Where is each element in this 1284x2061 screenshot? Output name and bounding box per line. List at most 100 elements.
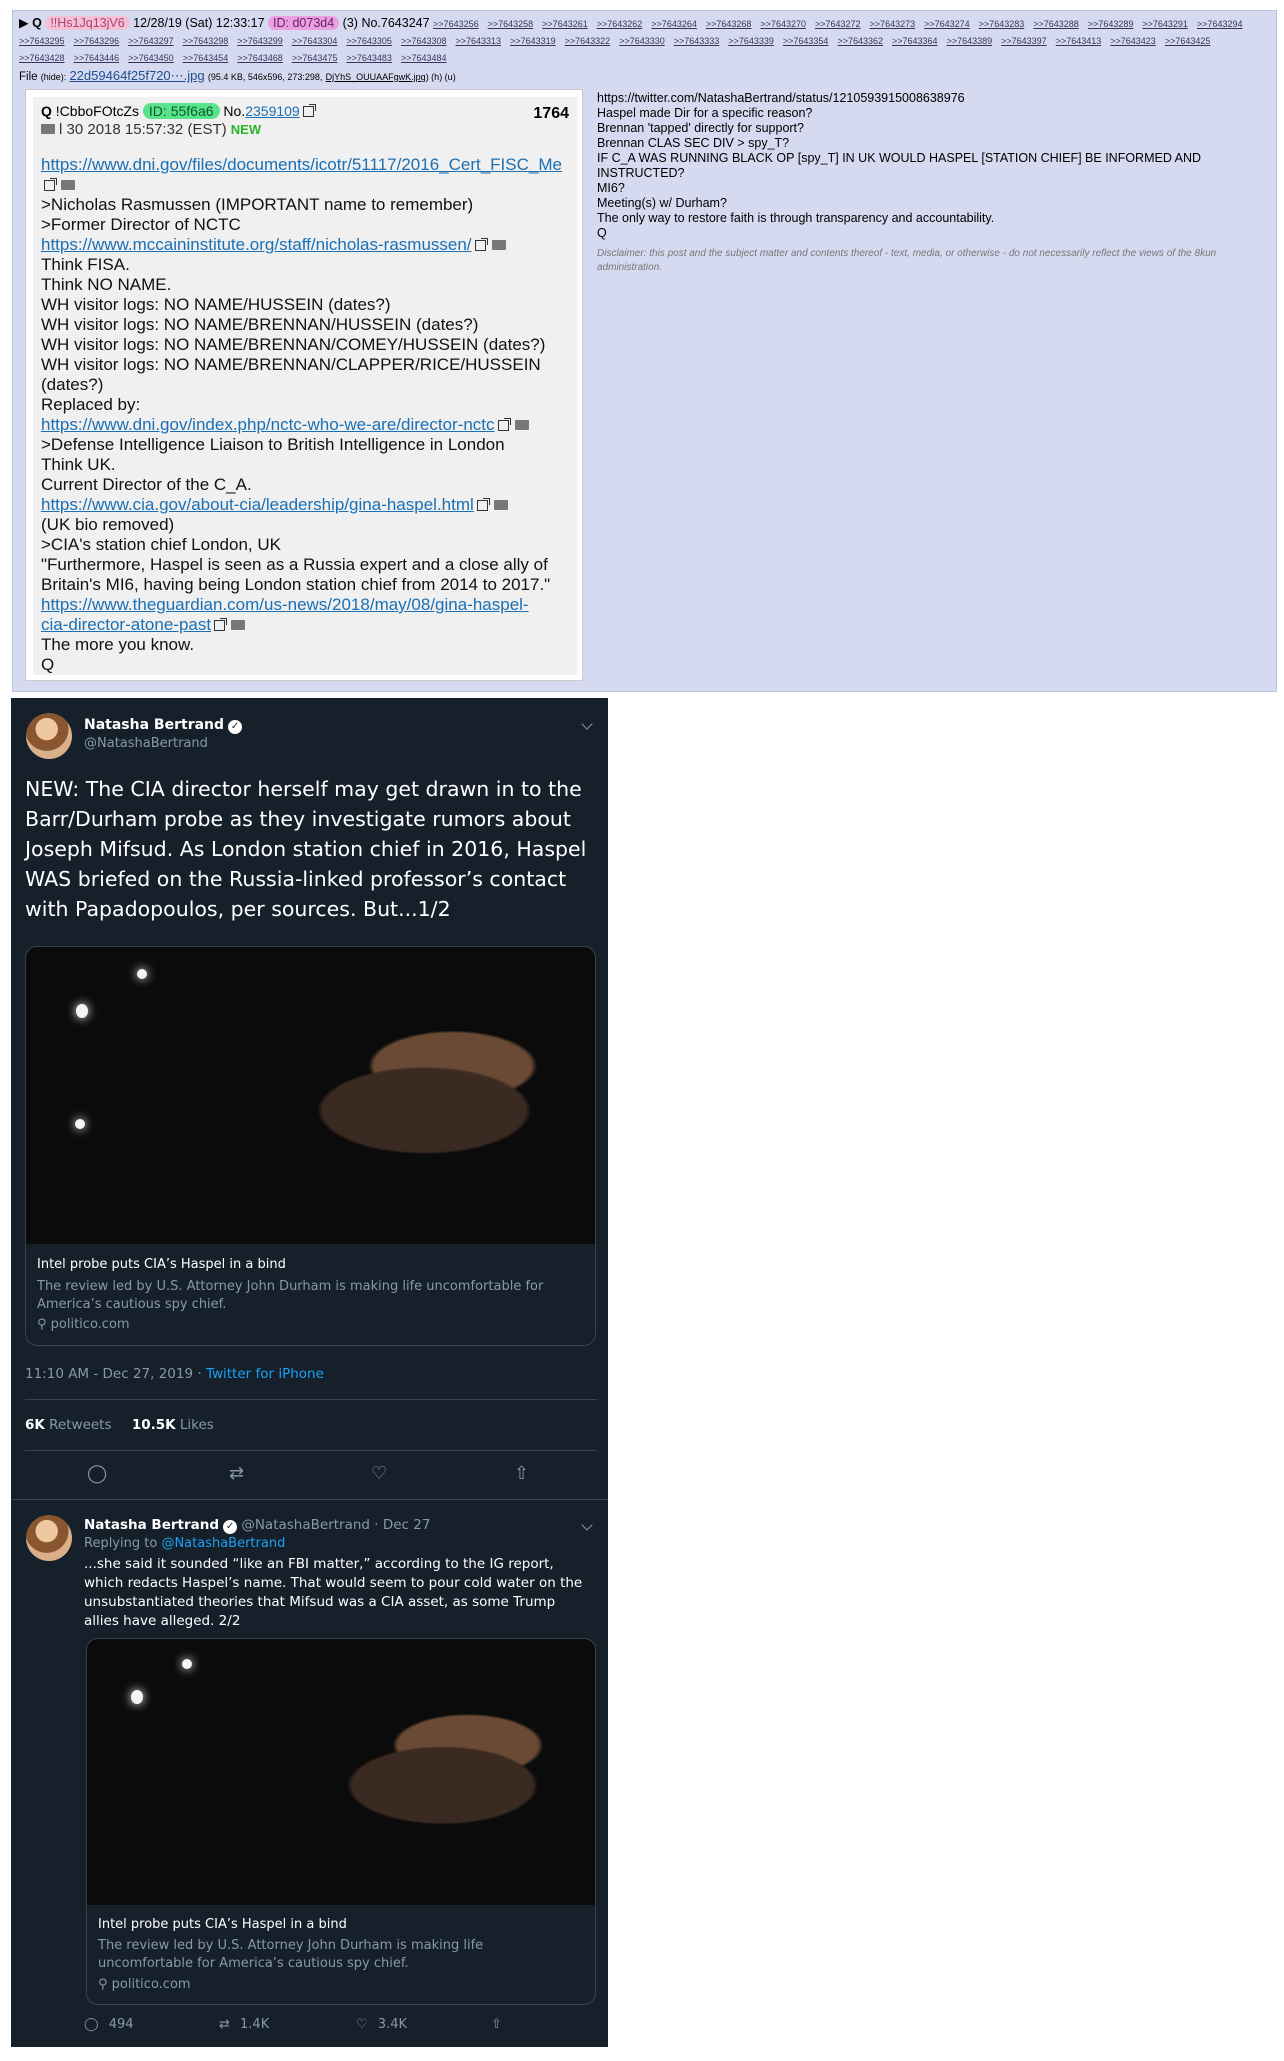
like-icon: ♡ <box>356 2017 372 2032</box>
stage-light <box>182 1659 192 1669</box>
reply-link[interactable]: >>7643483 <box>346 50 392 66</box>
reply-link[interactable]: >>7643273 <box>870 16 916 32</box>
reply-link[interactable]: >>7643450 <box>128 50 174 66</box>
post-image[interactable]: Q !CbboFOtcZs ID: 55f6a6 No.2359109 1764… <box>25 89 583 681</box>
old-post-line: >Defense Intelligence Liaison to British… <box>41 435 571 455</box>
reply-link[interactable]: >>7643261 <box>542 16 588 32</box>
avatar[interactable] <box>26 1515 72 1561</box>
tweet-text: NEW: The CIA director herself may get dr… <box>25 777 587 921</box>
reply-link[interactable]: >>7643333 <box>674 33 720 49</box>
link-card[interactable]: Intel probe puts CIA’s Haspel in a bind … <box>86 1638 596 2005</box>
like-action[interactable]: ♡ 3.4K <box>356 2017 407 2032</box>
replying-to-handle[interactable]: @NatashaBertrand <box>161 1536 285 1551</box>
reply-link[interactable]: >>7643256 <box>433 16 479 32</box>
reply-link[interactable]: >>7643299 <box>237 33 283 49</box>
reply-link[interactable]: >>7643330 <box>619 33 665 49</box>
reply-link[interactable]: >>7643354 <box>783 33 829 49</box>
post-number[interactable]: No.7643247 <box>361 16 429 30</box>
link-card[interactable]: Intel probe puts CIA’s Haspel in a bind … <box>25 946 596 1346</box>
old-post-date-text: l 30 2018 15:57:32 (EST) <box>59 121 227 138</box>
reply-link[interactable]: >>7643389 <box>947 33 993 49</box>
divider <box>11 1499 608 1500</box>
reply-link[interactable]: >>7643425 <box>1165 33 1211 49</box>
reply-tweet[interactable]: Natasha Bertrand ✓ @NatashaBertrand · Dec… <box>11 1505 608 2047</box>
chevron-down-icon[interactable] <box>581 718 593 730</box>
reply-link[interactable]: >>7643446 <box>74 50 120 66</box>
reply-link[interactable]: >>7643291 <box>1142 16 1188 32</box>
like-label: Likes <box>175 1417 214 1433</box>
reply-link[interactable]: >>7643397 <box>1001 33 1047 49</box>
like-icon[interactable]: ♡ <box>371 1463 387 1484</box>
reply-link[interactable]: >>7643305 <box>346 33 392 49</box>
tweet-client-link[interactable]: Twitter for iPhone <box>206 1366 324 1382</box>
reply-link[interactable]: >>7643468 <box>237 50 283 66</box>
tweet-author-handle[interactable]: @NatashaBertrand <box>84 736 208 751</box>
folder-icon <box>491 240 506 250</box>
reply-link[interactable]: >>7643428 <box>19 50 65 66</box>
reply-link[interactable]: >>7643288 <box>1033 16 1079 32</box>
chevron-down-icon[interactable] <box>581 1519 593 1531</box>
reply-link[interactable]: >>7643295 <box>19 33 65 49</box>
old-post-line: "Furthermore, Haspel is seen as a Russia… <box>41 555 571 575</box>
reply-link[interactable]: >>7643298 <box>183 33 229 49</box>
retweet-icon[interactable]: ⇄ <box>229 1463 244 1484</box>
tweet-thread: Natasha Bertrand ✓ @NatashaBertrand NEW: … <box>11 698 608 2047</box>
reply-link[interactable]: >>7643322 <box>565 33 611 49</box>
reply-icon[interactable]: ◯ <box>87 1463 107 1484</box>
reply-link[interactable]: >>7643272 <box>815 16 861 32</box>
card-title: Intel probe puts CIA’s Haspel in a bind <box>98 1917 347 1932</box>
reply-link[interactable]: >>7643475 <box>292 50 338 66</box>
tweet-author-name-text: Natasha Bertrand <box>84 717 225 733</box>
reply-link[interactable]: >>7643296 <box>74 33 120 49</box>
old-post-line: Britain's MI6, having being London stati… <box>41 575 571 595</box>
reply-link[interactable]: >>7643413 <box>1056 33 1102 49</box>
tweet-author-name[interactable]: Natasha Bertrand ✓ <box>84 717 243 734</box>
old-post-line: Replaced by: <box>41 395 571 415</box>
reply-link[interactable]: >>7643319 <box>510 33 556 49</box>
reply-link[interactable]: >>7643454 <box>183 50 229 66</box>
file-label: File <box>19 71 38 83</box>
reply-link[interactable]: >>7643262 <box>597 16 643 32</box>
share-icon[interactable]: ⇧ <box>491 2017 502 2032</box>
retweet-action[interactable]: ⇄ 1.4K <box>219 2017 269 2032</box>
old-post-count: 1764 <box>533 105 569 122</box>
reply-link[interactable]: >>7643339 <box>728 33 774 49</box>
expand-arrow-icon[interactable]: ▶ <box>19 16 29 30</box>
old-post-line <box>41 175 571 195</box>
reply-link[interactable]: >>7643270 <box>760 16 806 32</box>
file-hide-link[interactable]: (hide): <box>41 72 67 82</box>
like-count[interactable]: 10.5K <box>132 1417 176 1433</box>
reply-link[interactable]: >>7643313 <box>456 33 502 49</box>
reply-link[interactable]: >>7643289 <box>1088 16 1134 32</box>
avatar[interactable] <box>26 713 72 759</box>
file-name-link[interactable]: 22d59464f25f720⋯.jpg <box>69 68 204 83</box>
old-post-line: >CIA's station chief London, UK <box>41 535 571 555</box>
reply-link[interactable]: >>7643264 <box>651 16 697 32</box>
reply-link[interactable]: >>7643268 <box>706 16 752 32</box>
old-post-line: Q <box>41 655 571 675</box>
reply-link[interactable]: >>7643294 <box>1197 16 1243 32</box>
reply-link[interactable]: >>7643304 <box>292 33 338 49</box>
reply-link[interactable]: >>7643308 <box>401 33 447 49</box>
reply-link[interactable]: >>7643258 <box>488 16 534 32</box>
reply-action[interactable]: ◯ 494 <box>84 2017 134 2032</box>
share-icon[interactable]: ⇧ <box>514 1463 529 1484</box>
post-line: The only way to restore faith is through… <box>597 211 995 225</box>
reply-link[interactable]: >>7643362 <box>837 33 883 49</box>
old-post-line: cia-director-atone-past <box>41 615 571 635</box>
link-icon: ⚲ <box>98 1977 112 1992</box>
poster-id[interactable]: ID: d073d4 <box>268 16 340 30</box>
reply-author-name[interactable]: Natasha Bertrand <box>84 1517 219 1533</box>
reply-link[interactable]: >>7643484 <box>401 50 447 66</box>
tweet-time-text[interactable]: 11:10 AM - Dec 27, 2019 · <box>25 1366 206 1382</box>
file-original-name[interactable]: DjYhS_OUUAAFgwK.jpg <box>326 72 426 82</box>
reply-link[interactable]: >>7643364 <box>892 33 938 49</box>
reply-link[interactable]: >>7643283 <box>979 16 1025 32</box>
reply-link[interactable]: >>7643423 <box>1110 33 1156 49</box>
folder-icon <box>231 620 246 630</box>
tweet-url-line[interactable]: https://twitter.com/NatashaBertrand/stat… <box>597 91 1267 106</box>
reply-author-handle[interactable]: @NatashaBertrand · Dec 27 <box>241 1517 430 1533</box>
reply-link[interactable]: >>7643274 <box>924 16 970 32</box>
reply-link[interactable]: >>7643297 <box>128 33 174 49</box>
retweet-count[interactable]: 6K <box>25 1417 45 1433</box>
